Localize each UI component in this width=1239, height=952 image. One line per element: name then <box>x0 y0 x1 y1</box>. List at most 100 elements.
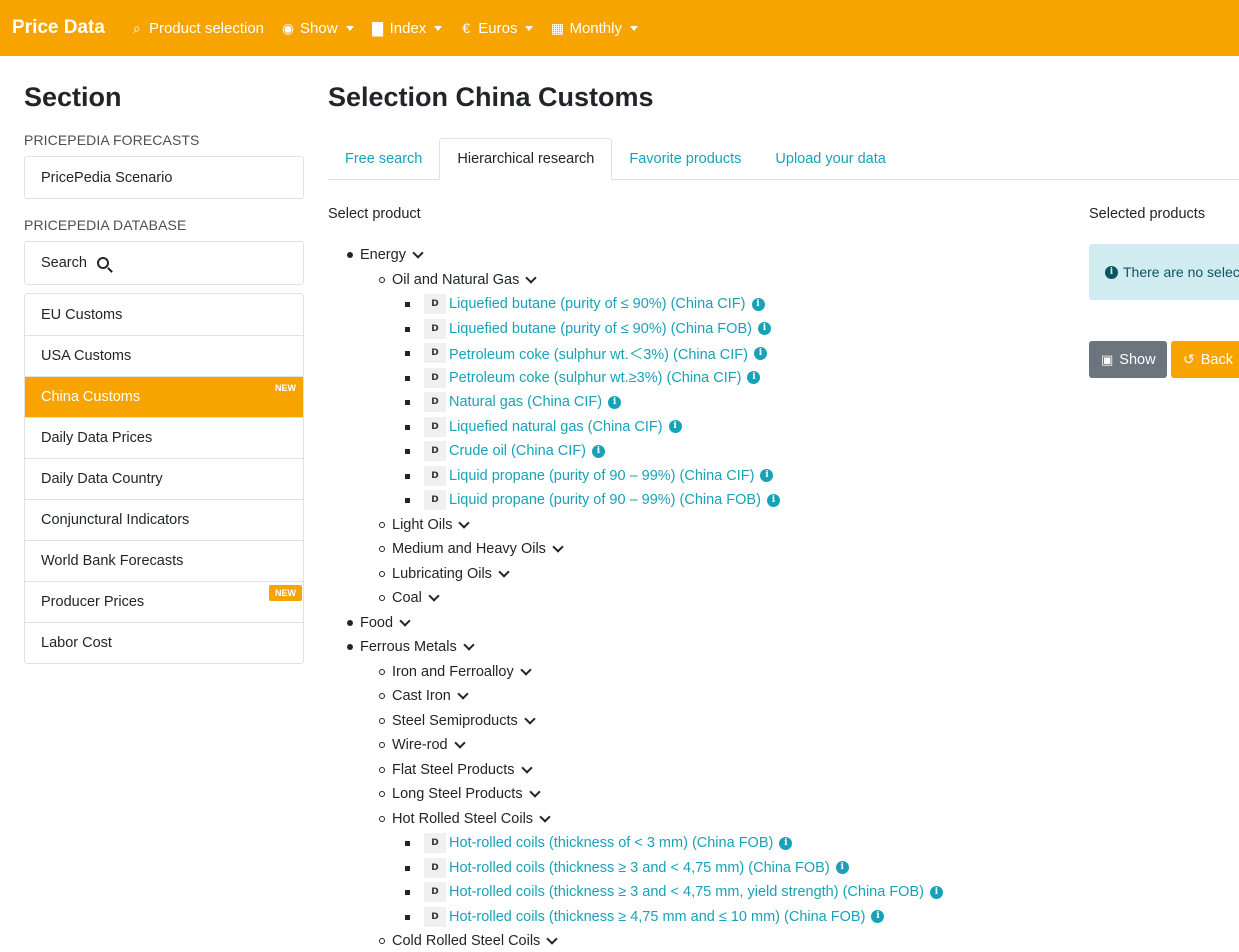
tree-product-item[interactable]: D Liquefied butane (purity of ≤ 90%) (Chi… <box>405 318 771 340</box>
product-link[interactable]: Liquefied butane (purity of ≤ 90%) (Chin… <box>449 296 746 312</box>
tree-category-item[interactable]: Cold Rolled Steel Coils <box>379 930 558 952</box>
tree-category-item[interactable]: Coal <box>379 587 440 609</box>
nav-frequency-dropdown[interactable]: ▦ Monthly <box>541 20 646 37</box>
info-icon[interactable]: i <box>592 444 605 458</box>
sidebar-item-eu-customs[interactable]: EU Customs <box>25 294 303 335</box>
info-icon[interactable]: i <box>779 836 793 850</box>
nav-currency-dropdown[interactable]: € Euros <box>450 20 541 37</box>
tree-category-item[interactable]: Hot Rolled Steel Coils <box>379 808 551 830</box>
tree-category-item[interactable]: Iron and Ferroalloy <box>379 661 532 683</box>
product-link[interactable]: Liquid propane (purity of 90 – 99%) (Chi… <box>449 468 754 484</box>
chevron-down-icon[interactable] <box>546 933 558 945</box>
info-icon[interactable]: i <box>760 469 774 482</box>
info-icon[interactable]: i <box>835 861 849 874</box>
new-badge: NEW <box>269 585 302 601</box>
tree-product-item[interactable]: D Liquid propane (purity of 90 – 99%) (Ch… <box>405 489 780 511</box>
tree-product-item[interactable]: D Liquefied butane (purity of ≤ 90%) (Chi… <box>405 293 765 315</box>
info-icon[interactable]: i <box>929 885 943 899</box>
chevron-down-icon[interactable] <box>457 688 469 700</box>
tree-product-item[interactable]: D Liquid propane (purity of 90 – 99%) (Ch… <box>405 465 774 487</box>
tab-favorite-products[interactable]: Favorite products <box>612 138 758 180</box>
product-link[interactable]: Hot-rolled coils (thickness ≥ 4,75 mm an… <box>449 909 865 925</box>
tree-product-item[interactable]: D Petroleum coke (sulphur wt.＜3%) (China … <box>405 342 767 364</box>
tree-product-item[interactable]: D Crude oil (China CIF) i <box>405 440 605 462</box>
tree-product-item[interactable]: D Hot-rolled coils (thickness ≥ 4,75 mm a… <box>405 906 885 928</box>
tab-free-search[interactable]: Free search <box>328 138 439 180</box>
tree-category-item[interactable]: Lubricating Oils <box>379 563 510 585</box>
info-icon[interactable]: i <box>747 371 761 384</box>
product-link[interactable]: Petroleum coke (sulphur wt.＜3%) (China C… <box>449 343 748 364</box>
sidebar-item-daily-data-country[interactable]: Daily Data Country <box>25 458 303 499</box>
product-link[interactable]: Liquid propane (purity of 90 – 99%) (Chi… <box>449 492 761 508</box>
product-link[interactable]: Liquefied butane (purity of ≤ 90%) (Chin… <box>449 321 752 337</box>
product-link[interactable]: Liquefied natural gas (China CIF) <box>449 419 663 435</box>
nav-show-dropdown[interactable]: ◉ Show <box>272 20 362 37</box>
sidebar-item-daily-data-prices[interactable]: Daily Data Prices <box>25 417 303 458</box>
chevron-down-icon[interactable] <box>520 761 533 774</box>
info-icon[interactable]: i <box>608 395 622 409</box>
chevron-down-icon[interactable] <box>528 786 541 798</box>
tree-category-item[interactable]: Ferrous Metals <box>347 636 475 658</box>
chevron-down-icon[interactable] <box>412 247 424 259</box>
tree-category-item[interactable]: Energy <box>347 244 424 266</box>
sidebar-item-producer-prices[interactable]: Producer Prices NEW <box>25 581 303 622</box>
product-link[interactable]: Hot-rolled coils (thickness of < 3 mm) (… <box>449 835 773 851</box>
category-label: Lubricating Oils <box>392 565 492 582</box>
chevron-down-icon[interactable] <box>399 614 411 627</box>
product-link[interactable]: Hot-rolled coils (thickness ≥ 3 and < 4,… <box>449 860 830 876</box>
chevron-down-icon[interactable] <box>453 737 466 749</box>
tree-category-item[interactable]: Long Steel Products <box>379 783 541 805</box>
sidebar-item-conjunctural-indicators[interactable]: Conjunctural Indicators <box>25 499 303 540</box>
tree-product-item[interactable]: D Hot-rolled coils (thickness of < 3 mm) … <box>405 832 793 854</box>
show-button[interactable]: ▣ Show <box>1089 341 1167 378</box>
sidebar-search[interactable]: Search <box>25 242 303 284</box>
tree-category-item[interactable]: Steel Semiproducts <box>379 710 536 732</box>
chevron-down-icon[interactable] <box>539 810 551 823</box>
tree-product-item[interactable]: D Hot-rolled coils (thickness ≥ 3 and < 4… <box>405 881 943 903</box>
nav-product-selection[interactable]: ⌕ Product selection <box>121 20 272 37</box>
tab-upload-data[interactable]: Upload your data <box>758 138 902 180</box>
tree-category-item[interactable]: Medium and Heavy Oils <box>379 538 564 560</box>
info-icon[interactable]: i <box>757 322 771 335</box>
sidebar-item-labor-cost[interactable]: Labor Cost <box>25 622 303 663</box>
tree-category-item[interactable]: Flat Steel Products <box>379 759 533 781</box>
info-icon[interactable]: i <box>751 297 765 311</box>
info-icon[interactable]: i <box>766 493 780 507</box>
tree-product-item[interactable]: D Natural gas (China CIF) i <box>405 391 622 413</box>
sidebar-item-world-bank-forecasts[interactable]: World Bank Forecasts <box>25 540 303 581</box>
info-icon[interactable]: i <box>871 910 885 923</box>
chevron-down-icon[interactable] <box>428 590 440 602</box>
tree-product-item[interactable]: D Hot-rolled coils (thickness ≥ 3 and < 4… <box>405 857 849 879</box>
product-link[interactable]: Natural gas (China CIF) <box>449 394 602 410</box>
chevron-down-icon[interactable] <box>552 541 564 553</box>
sidebar-item-pricepedia-scenario[interactable]: PricePedia Scenario <box>25 157 303 198</box>
product-link[interactable]: Crude oil (China CIF) <box>449 443 586 459</box>
tree-category-item[interactable]: Cast Iron <box>379 685 469 707</box>
bullet-mark <box>379 938 385 944</box>
product-link[interactable]: Petroleum coke (sulphur wt.≥3%) (China C… <box>449 370 741 386</box>
info-icon[interactable]: i <box>668 420 682 433</box>
tree-category-item[interactable]: Wire-rod <box>379 734 466 756</box>
sidebar-item-china-customs[interactable]: China Customs NEW <box>25 376 303 417</box>
chevron-down-icon[interactable] <box>463 639 475 651</box>
chevron-down-icon[interactable] <box>498 565 510 578</box>
tree-product-item[interactable]: D Petroleum coke (sulphur wt.≥3%) (China … <box>405 367 761 389</box>
bullet-mark <box>379 570 385 577</box>
nav-index-dropdown[interactable]: ▇ Index <box>362 20 451 37</box>
list-bullet <box>405 911 410 923</box>
product-link[interactable]: Hot-rolled coils (thickness ≥ 3 and < 4,… <box>449 884 924 900</box>
chevron-down-icon[interactable] <box>458 516 471 529</box>
chevron-down-icon[interactable] <box>524 712 536 725</box>
tree-category-item[interactable]: Food <box>347 612 411 634</box>
sidebar-item-usa-customs[interactable]: USA Customs <box>25 335 303 376</box>
tab-hierarchical-research[interactable]: Hierarchical research <box>439 138 613 180</box>
list-bullet <box>379 739 385 751</box>
tree-category-item[interactable]: Oil and Natural Gas <box>379 269 538 291</box>
tree-category-item[interactable]: Light Oils <box>379 514 471 536</box>
tree-product-item[interactable]: D Liquefied natural gas (China CIF) i <box>405 416 682 438</box>
back-button[interactable]: ↺ Back <box>1171 341 1239 378</box>
brand-title[interactable]: Price Data <box>12 17 105 39</box>
chevron-down-icon[interactable] <box>525 271 538 284</box>
info-icon[interactable]: i <box>753 346 767 360</box>
chevron-down-icon[interactable] <box>520 663 532 676</box>
